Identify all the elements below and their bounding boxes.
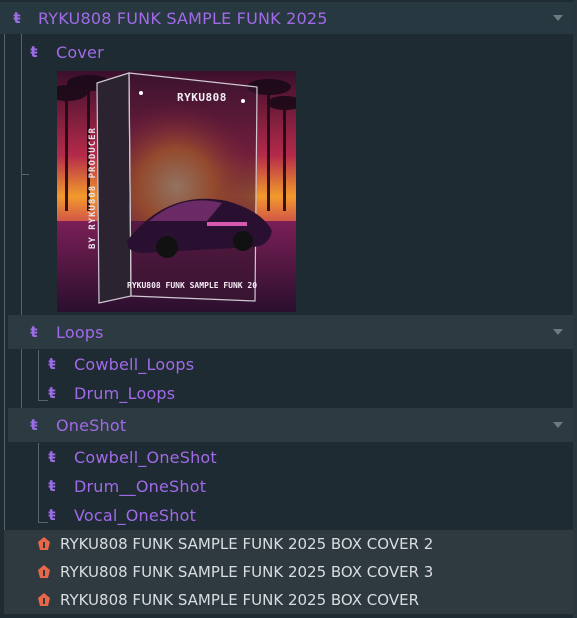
folder-row-cover[interactable]: ŧ Cover (8, 37, 573, 67)
folder-row-drum-oneshot[interactable]: ŧ Drum__OneShot (4, 472, 573, 501)
folder-row-oneshot[interactable]: ŧ OneShot (8, 408, 573, 442)
folder-label: Cowbell_Loops (74, 355, 195, 374)
file-label: RYKU808 FUNK SAMPLE FUNK 2025 BOX COVER (60, 591, 419, 609)
folder-label: Cover (56, 42, 104, 62)
chevron-down-icon[interactable] (553, 422, 563, 428)
cover-spine-text: BY RYKU808 PRODUCER (88, 127, 98, 249)
cover-brand-text: RYKU808 (177, 91, 227, 104)
scrollbar[interactable] (573, 0, 577, 618)
image-file-icon (36, 564, 52, 580)
folder-row-cowbell-oneshot[interactable]: ŧ Cowbell_OneShot (4, 443, 573, 472)
folder-label: Cowbell_OneShot (74, 448, 217, 467)
folder-icon: ŧ (48, 355, 56, 373)
folder-row-cowbell-loops[interactable]: ŧ Cowbell_Loops (4, 350, 573, 379)
image-file-icon (36, 536, 52, 552)
cover-title-text: RYKU808 FUNK SAMPLE FUNK 2025 (127, 281, 257, 290)
folder-row-drum-loops[interactable]: ŧ Drum_Loops (4, 379, 573, 408)
folder-label: Vocal_OneShot (74, 506, 197, 525)
folder-label: Drum_Loops (74, 384, 176, 403)
folder-icon: ŧ (48, 448, 56, 466)
folder-icon: ŧ (30, 42, 38, 61)
chevron-down-icon[interactable] (553, 329, 563, 335)
folder-row-loops[interactable]: ŧ Loops (8, 315, 573, 349)
file-row-box-cover[interactable]: RYKU808 FUNK SAMPLE FUNK 2025 BOX COVER (4, 586, 573, 614)
folder-row-vocal-oneshot[interactable]: ŧ Vocal_OneShot (4, 501, 573, 530)
folder-label: OneShot (56, 415, 127, 435)
browser-panel: ŧ RYKU808 FUNK SAMPLE FUNK 2025 ŧ Cover (0, 0, 573, 618)
chevron-down-icon[interactable] (553, 15, 563, 21)
tree-guide (21, 174, 29, 175)
folder-icon: ŧ (48, 477, 56, 495)
folder-icon: ŧ (48, 506, 56, 524)
folder-label: Loops (56, 322, 104, 342)
folder-label: Drum__OneShot (74, 477, 207, 496)
folder-row-root[interactable]: ŧ RYKU808 FUNK SAMPLE FUNK 2025 (0, 2, 573, 34)
folder-icon: ŧ (48, 384, 56, 402)
folder-icon: ŧ (13, 8, 21, 27)
file-label: RYKU808 FUNK SAMPLE FUNK 2025 BOX COVER … (60, 563, 434, 581)
file-row-box-cover-2[interactable]: RYKU808 FUNK SAMPLE FUNK 2025 BOX COVER … (4, 530, 573, 558)
folder-icon: ŧ (30, 415, 38, 434)
folder-icon: ŧ (30, 322, 38, 341)
image-file-icon (36, 592, 52, 608)
cover-image[interactable]: RYKU808 BY RYKU808 PRODUCER RYKU808 FUNK… (57, 71, 296, 312)
file-row-box-cover-3[interactable]: RYKU808 FUNK SAMPLE FUNK 2025 BOX COVER … (4, 558, 573, 586)
file-label: RYKU808 FUNK SAMPLE FUNK 2025 BOX COVER … (60, 535, 434, 553)
folder-label: RYKU808 FUNK SAMPLE FUNK 2025 (38, 8, 328, 28)
